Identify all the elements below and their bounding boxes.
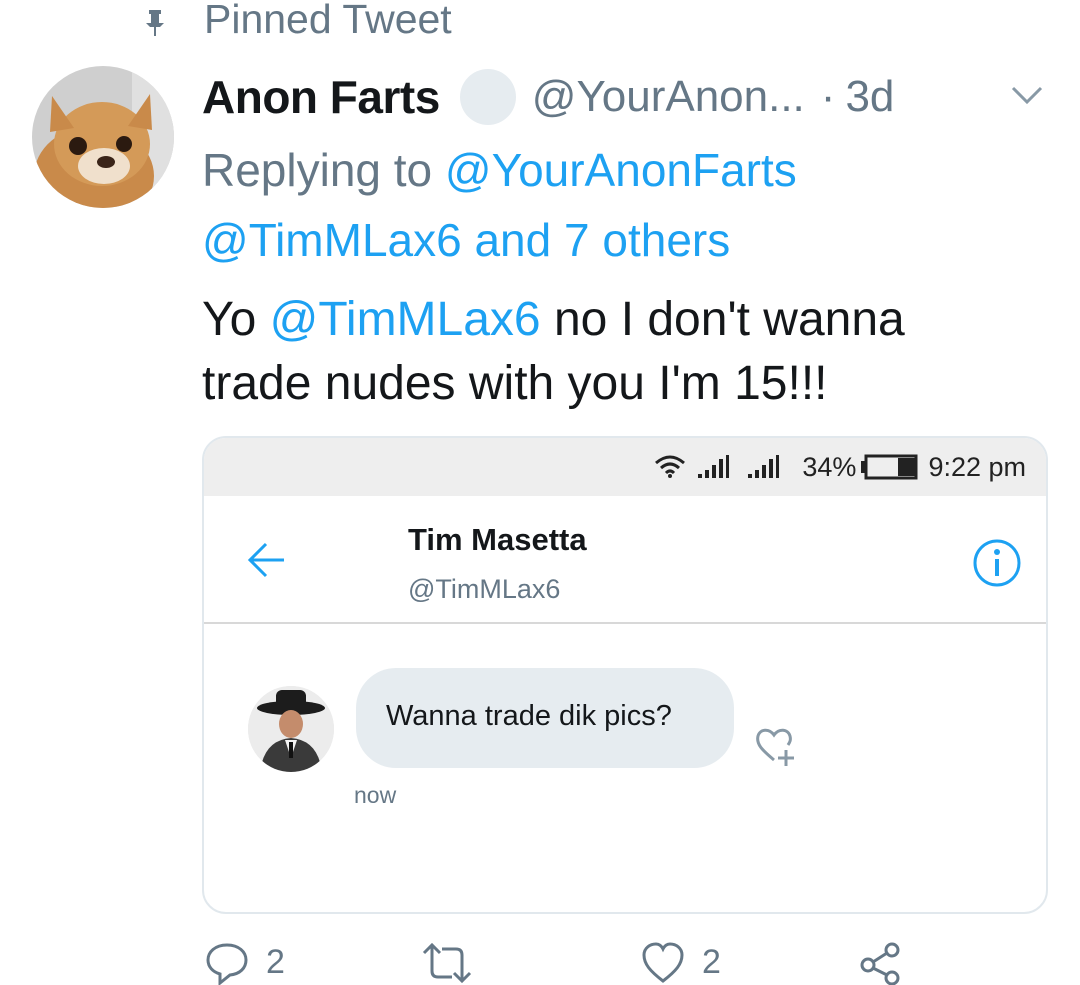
phone-clock: 9:22 pm bbox=[928, 451, 1026, 482]
replying-prefix: Replying to bbox=[202, 144, 445, 196]
signal-icon bbox=[698, 455, 730, 478]
share-button[interactable] bbox=[858, 940, 904, 985]
wifi-icon bbox=[655, 455, 686, 478]
dm-contact-handle: @TimMLax6 bbox=[408, 574, 561, 604]
back-arrow-icon[interactable] bbox=[246, 540, 288, 580]
dm-message-text: Wanna trade dik pics? bbox=[386, 700, 672, 732]
like-button[interactable]: 2 bbox=[640, 940, 721, 985]
dm-message-time: now bbox=[354, 782, 397, 808]
tweet-header: Anon Farts @YourAnon... · 3d bbox=[202, 62, 894, 132]
share-icon bbox=[860, 942, 900, 985]
battery-icon bbox=[861, 454, 918, 480]
dm-sender-avatar bbox=[248, 686, 334, 772]
pinned-label: Pinned Tweet bbox=[204, 0, 452, 42]
retweet-icon bbox=[422, 942, 472, 983]
reply-icon bbox=[206, 942, 248, 985]
dm-contact-name: Tim Masetta bbox=[408, 522, 587, 557]
heart-plus-icon[interactable] bbox=[752, 724, 798, 770]
author-display-name[interactable]: Anon Farts bbox=[202, 70, 440, 124]
signal-icon bbox=[748, 455, 780, 478]
reply-count: 2 bbox=[266, 943, 285, 981]
replying-to-line: Replying to @YourAnonFarts bbox=[202, 142, 797, 198]
tweet-action-bar: 2 2 bbox=[0, 940, 1080, 985]
tweet-timestamp[interactable]: 3d bbox=[845, 72, 894, 122]
tweet-text-part: Yo bbox=[202, 293, 270, 346]
battery-percent: 34% bbox=[802, 451, 857, 482]
retweet-button[interactable] bbox=[420, 940, 474, 985]
chevron-down-icon[interactable] bbox=[1010, 84, 1044, 106]
tweet-image[interactable]: 34% 9:22 pm Tim Masetta @TimMLax6 Wanna … bbox=[202, 436, 1048, 914]
replying-to-link[interactable]: @YourAnonFarts bbox=[445, 144, 797, 196]
dm-message-bubble: Wanna trade dik pics? bbox=[356, 668, 734, 768]
dm-conversation-header: Tim Masetta @TimMLax6 bbox=[204, 496, 1046, 624]
tweet-text-part: trade nudes with you I'm 15!!! bbox=[202, 357, 828, 410]
pin-icon bbox=[146, 10, 164, 36]
like-count: 2 bbox=[702, 943, 721, 981]
tweet-text-part: no I don't wanna bbox=[540, 293, 905, 346]
badge-placeholder-icon bbox=[459, 69, 516, 125]
reply-button[interactable]: 2 bbox=[204, 940, 285, 985]
tweet-text: Yo @TimMLax6 no I don't wanna trade nude… bbox=[202, 288, 905, 416]
replying-to-others-link[interactable]: @TimMLax6 and 7 others bbox=[202, 212, 730, 268]
author-handle[interactable]: @YourAnon... bbox=[532, 72, 805, 122]
info-icon[interactable] bbox=[972, 538, 1022, 588]
heart-icon bbox=[642, 941, 684, 983]
author-avatar[interactable] bbox=[32, 66, 174, 208]
mention-link[interactable]: @TimMLax6 bbox=[270, 293, 541, 346]
separator-dot: · bbox=[820, 72, 836, 121]
phone-status-bar: 34% 9:22 pm bbox=[204, 438, 1046, 496]
pinned-tweet-indicator: Pinned Tweet bbox=[140, 0, 452, 44]
